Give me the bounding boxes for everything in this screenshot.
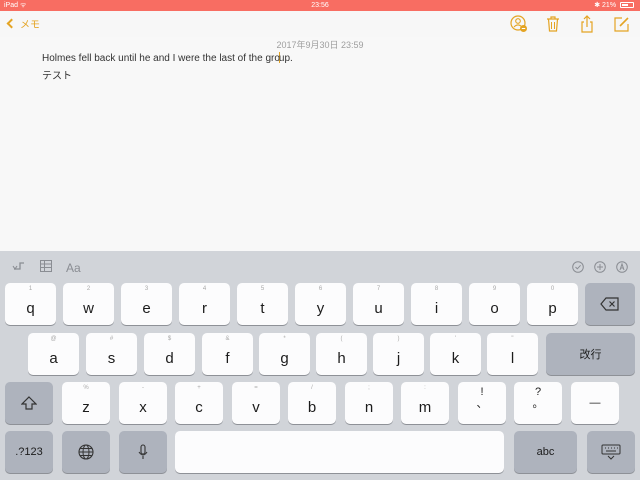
trash-button[interactable] <box>544 15 562 33</box>
note-text-line[interactable]: Holmes fell back until he and I were the… <box>42 52 293 64</box>
status-time: 23:56 <box>311 2 329 9</box>
key-question[interactable]: ?。 <box>514 382 562 424</box>
keyboard-toolbar: Aa <box>0 251 640 281</box>
toolbar-right <box>572 260 628 278</box>
status-bar: iPad ᯤ 23:56 ✱ 21% <box>0 0 640 11</box>
back-label: メモ <box>20 20 40 31</box>
key-a[interactable]: @ a <box>28 333 79 375</box>
nav-actions <box>510 15 630 33</box>
key-q[interactable]: 1q <box>5 283 56 325</box>
key-n[interactable]: ; n <box>345 382 393 424</box>
key-m[interactable]: :m <box>401 382 449 424</box>
return-key[interactable]: 改行 <box>546 333 635 375</box>
note-text-after-caret: up. <box>278 53 293 64</box>
key-y[interactable]: 6y <box>295 283 346 325</box>
compose-icon <box>613 16 629 32</box>
nav-bar: メモ <box>0 11 640 37</box>
key-k[interactable]: ' k <box>430 333 481 375</box>
undo-icon <box>12 262 24 270</box>
undo-button[interactable] <box>12 259 26 277</box>
table-icon <box>40 260 52 272</box>
compose-button[interactable] <box>612 15 630 33</box>
key-h[interactable]: (h <box>316 333 367 375</box>
key-d[interactable]: $ d <box>144 333 195 375</box>
table-button[interactable] <box>40 259 52 277</box>
dictation-key[interactable] <box>119 431 167 473</box>
delete-key[interactable] <box>585 283 635 325</box>
key-c[interactable]: + c <box>175 382 223 424</box>
sketch-button[interactable] <box>616 260 628 278</box>
key-t[interactable]: 5t <box>237 283 288 325</box>
microphone-icon <box>138 444 148 459</box>
hide-keyboard-key[interactable] <box>587 431 635 473</box>
add-people-button[interactable] <box>510 15 528 33</box>
key-s[interactable]: # s <box>86 333 137 375</box>
numbers-key[interactable]: .?123 <box>5 431 53 473</box>
key-o[interactable]: 9o <box>469 283 520 325</box>
abc-key[interactable]: abc <box>514 431 577 473</box>
toolbar-left: Aa <box>12 259 81 277</box>
backspace-icon <box>600 297 619 311</box>
share-icon <box>581 15 593 33</box>
key-j[interactable]: ) j <box>373 333 424 375</box>
format-button[interactable]: Aa <box>66 261 81 275</box>
status-battery-area: ✱ 21% <box>594 0 634 11</box>
shift-key[interactable] <box>5 382 53 424</box>
note-editor[interactable]: 2017年9月30日 23:59 Holmes fell back until … <box>0 37 640 251</box>
shift-icon <box>21 396 37 410</box>
battery-icon <box>620 2 634 9</box>
trash-icon <box>547 16 559 32</box>
globe-key[interactable] <box>62 431 110 473</box>
note-text-line[interactable]: テスト <box>42 67 72 82</box>
checklist-icon <box>572 261 584 273</box>
key-e[interactable]: 3e <box>121 283 172 325</box>
checklist-button[interactable] <box>572 260 584 278</box>
note-text-before-caret: Holmes fell back until he and I were the… <box>42 53 280 64</box>
key-i[interactable]: 8i <box>411 283 462 325</box>
add-people-icon <box>510 15 527 32</box>
back-button[interactable]: メモ <box>6 16 40 31</box>
key-exclamation[interactable]: !、 <box>458 382 506 424</box>
key-v[interactable]: = v <box>232 382 280 424</box>
key-g[interactable]: * g <box>259 333 310 375</box>
keyboard: Aa 1q 2w 3 e 4 r 5 t 6 y 7 u 8 i 9 o 0 p… <box>0 251 640 480</box>
space-key[interactable] <box>175 431 504 473</box>
key-w[interactable]: 2w <box>63 283 114 325</box>
key-f[interactable]: & f <box>202 333 253 375</box>
chevron-left-icon <box>6 18 17 29</box>
sketch-icon <box>616 261 628 273</box>
key-l[interactable]: " l <box>487 333 538 375</box>
add-button[interactable] <box>594 260 606 278</box>
note-date: 2017年9月30日 23:59 <box>276 40 364 50</box>
key-r[interactable]: 4r <box>179 283 230 325</box>
key-b[interactable]: / b <box>288 382 336 424</box>
share-button[interactable] <box>578 15 596 33</box>
status-battery-text: ✱ 21% <box>594 2 617 9</box>
globe-icon <box>78 444 94 460</box>
key-x[interactable]: -x <box>119 382 167 424</box>
plus-circle-icon <box>594 261 606 273</box>
key-p[interactable]: 0p <box>527 283 578 325</box>
key-z[interactable]: % z <box>62 382 110 424</box>
keyboard-dismiss-icon <box>601 444 621 460</box>
key-u[interactable]: 7u <box>353 283 404 325</box>
key-dash[interactable]: — <box>571 382 619 424</box>
